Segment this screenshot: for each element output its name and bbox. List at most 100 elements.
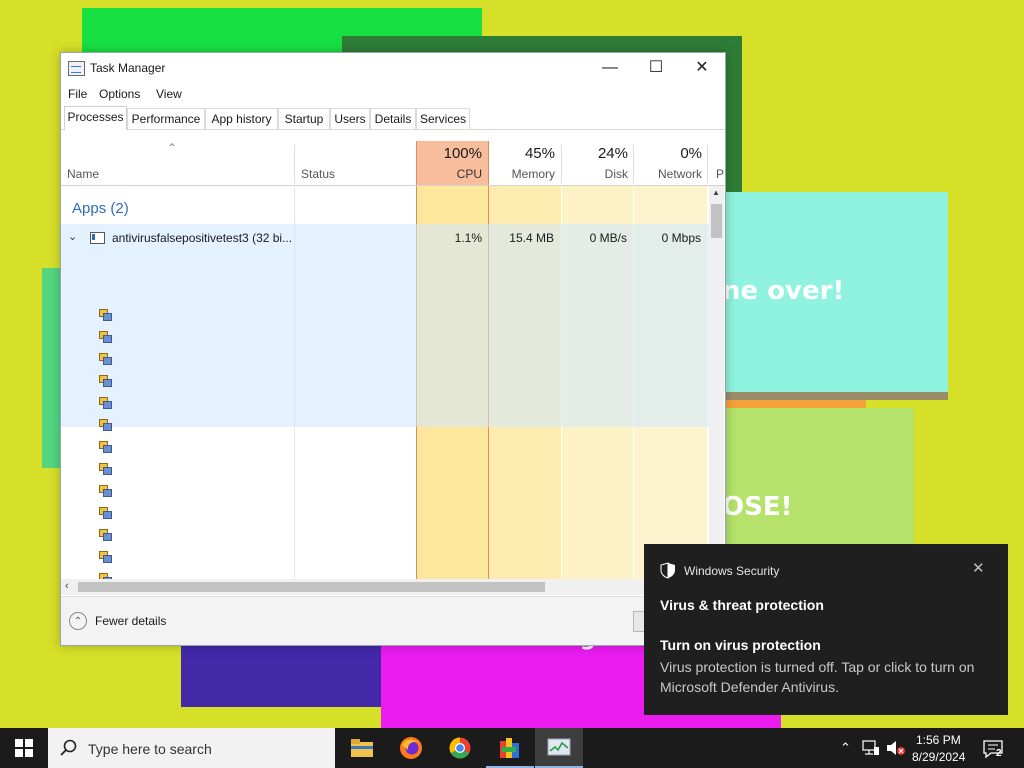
footer: ⌃ Fewer details bbox=[61, 596, 725, 645]
bg-lime-window bbox=[722, 408, 914, 548]
network-total-percent: 0% bbox=[680, 145, 702, 162]
selected-app-group[interactable] bbox=[61, 224, 709, 427]
column-memory[interactable]: Memory bbox=[512, 167, 555, 181]
disk-total-percent: 24% bbox=[597, 145, 628, 162]
colorful-app-icon bbox=[500, 738, 519, 758]
search-placeholder: Type here to search bbox=[88, 741, 212, 757]
tab-users[interactable]: Users bbox=[330, 108, 370, 129]
task-manager-window: Task Manager — ☐ ✕ File Options View Pro… bbox=[60, 52, 726, 646]
network-icon[interactable] bbox=[862, 740, 880, 756]
bg-lightgreen-strip bbox=[42, 268, 62, 468]
scroll-left-icon[interactable]: ‹ bbox=[65, 580, 69, 592]
column-divider bbox=[294, 145, 295, 183]
vertical-scroll-thumb[interactable] bbox=[711, 204, 722, 238]
start-button[interactable] bbox=[0, 728, 48, 768]
child-process-icon[interactable] bbox=[99, 485, 112, 497]
child-process-icon[interactable] bbox=[99, 529, 112, 541]
column-name[interactable]: Name bbox=[67, 167, 99, 181]
cpu-total-percent: 100% bbox=[443, 145, 482, 162]
app-cpu: 1.1% bbox=[454, 231, 482, 245]
column-divider bbox=[633, 145, 634, 183]
app-network: 0 Mbps bbox=[661, 231, 701, 245]
column-divider bbox=[561, 145, 562, 183]
security-toast[interactable]: Windows Security ✕ Virus & threat protec… bbox=[644, 544, 1008, 715]
volume-muted-icon[interactable] bbox=[886, 740, 906, 756]
notification-badge: 2 bbox=[996, 748, 1002, 759]
fewer-details-button[interactable]: Fewer details bbox=[95, 614, 166, 628]
vertical-scrollbar[interactable]: ▲ bbox=[709, 186, 724, 579]
app-name[interactable]: antivirusfalsepositivetest3 (32 bi... bbox=[112, 231, 292, 245]
firefox-taskbar-button[interactable] bbox=[387, 728, 435, 768]
column-divider bbox=[707, 145, 708, 183]
process-list: Apps (2) ⌄ antivirusfalsepositivetest3 (… bbox=[61, 186, 709, 579]
minimize-button[interactable]: — bbox=[587, 53, 633, 83]
tab-app-history[interactable]: App history bbox=[205, 108, 278, 129]
toast-heading: Turn on virus protection bbox=[660, 637, 821, 653]
child-process-icon[interactable] bbox=[99, 463, 112, 475]
horizontal-scroll-thumb[interactable] bbox=[78, 582, 545, 592]
column-cpu[interactable]: 100% CPU bbox=[416, 141, 489, 185]
clock-date[interactable]: 8/29/2024 bbox=[912, 750, 965, 764]
child-process-icon[interactable] bbox=[99, 375, 112, 387]
search-box[interactable]: Type here to search bbox=[48, 728, 335, 768]
folder-icon bbox=[351, 739, 373, 757]
column-power-partial[interactable]: P bbox=[716, 167, 724, 181]
shield-icon bbox=[660, 562, 675, 579]
bg-blue-window-top bbox=[181, 645, 381, 707]
menu-file[interactable]: File bbox=[68, 87, 87, 101]
taskbar: Type here to search ⌃ 1:56 PM 8/29/2024 … bbox=[0, 728, 1024, 768]
apps-group-header[interactable]: Apps (2) bbox=[72, 200, 129, 217]
column-disk[interactable]: Disk bbox=[605, 167, 628, 181]
tab-strip: Processes Performance App history Startu… bbox=[61, 106, 725, 130]
bg-text-game-over: ne over! bbox=[722, 276, 845, 306]
menu-view[interactable]: View bbox=[156, 87, 182, 101]
child-process-icon[interactable] bbox=[99, 419, 112, 431]
task-manager-taskbar-button[interactable] bbox=[535, 728, 583, 768]
child-process-icon[interactable] bbox=[99, 309, 112, 321]
sort-up-icon: ⌃ bbox=[167, 141, 178, 155]
file-explorer-taskbar-button[interactable] bbox=[338, 728, 386, 768]
maximize-button[interactable]: ☐ bbox=[633, 53, 679, 83]
task-manager-icon bbox=[68, 61, 85, 76]
clock-time[interactable]: 1:56 PM bbox=[916, 733, 961, 747]
title-bar[interactable]: Task Manager — ☐ ✕ bbox=[61, 53, 725, 83]
column-status[interactable]: Status bbox=[301, 167, 335, 181]
search-icon bbox=[60, 739, 77, 756]
menu-options[interactable]: Options bbox=[99, 87, 140, 101]
cpu-label: CPU bbox=[456, 167, 482, 181]
task-manager-taskbar-icon bbox=[547, 738, 571, 756]
tab-performance[interactable]: Performance bbox=[127, 108, 205, 129]
child-process-icon[interactable] bbox=[99, 551, 112, 563]
column-network[interactable]: Network bbox=[658, 167, 702, 181]
child-process-icon[interactable] bbox=[99, 397, 112, 409]
prank-app-taskbar-button[interactable] bbox=[486, 728, 534, 768]
app-window-icon bbox=[90, 232, 105, 244]
toast-title: Virus & threat protection bbox=[660, 597, 824, 613]
memory-total-percent: 45% bbox=[524, 145, 555, 162]
bg-gray-strip bbox=[720, 392, 948, 400]
windows-logo-icon bbox=[15, 739, 33, 757]
tab-startup[interactable]: Startup bbox=[278, 108, 330, 129]
scroll-up-icon[interactable]: ▲ bbox=[712, 188, 720, 197]
collapse-up-icon[interactable]: ⌃ bbox=[69, 612, 87, 630]
child-process-icon[interactable] bbox=[99, 331, 112, 343]
tab-details[interactable]: Details bbox=[370, 108, 416, 129]
bg-text-lose: OSE! bbox=[722, 492, 793, 522]
toast-close-button[interactable]: ✕ bbox=[972, 559, 985, 577]
close-button[interactable]: ✕ bbox=[679, 53, 725, 83]
window-title: Task Manager bbox=[90, 61, 166, 75]
child-process-icon[interactable] bbox=[99, 507, 112, 519]
column-header-row: ⌃ Name Status 100% CPU 45% Memory 24% Di… bbox=[61, 141, 725, 186]
child-process-icon[interactable] bbox=[99, 441, 112, 453]
chrome-taskbar-button[interactable] bbox=[436, 728, 484, 768]
horizontal-scrollbar[interactable]: ‹ bbox=[61, 579, 709, 595]
tray-overflow-chevron-icon[interactable]: ⌃ bbox=[840, 740, 851, 756]
toast-message: Virus protection is turned off. Tap or c… bbox=[660, 659, 975, 695]
chevron-down-icon[interactable]: ⌄ bbox=[68, 230, 77, 243]
chrome-icon bbox=[449, 737, 471, 759]
child-process-icon[interactable] bbox=[99, 353, 112, 365]
toast-source: Windows Security bbox=[684, 564, 780, 578]
tab-processes[interactable]: Processes bbox=[64, 106, 127, 130]
tab-services[interactable]: Services bbox=[416, 108, 470, 129]
app-memory: 15.4 MB bbox=[509, 231, 554, 245]
